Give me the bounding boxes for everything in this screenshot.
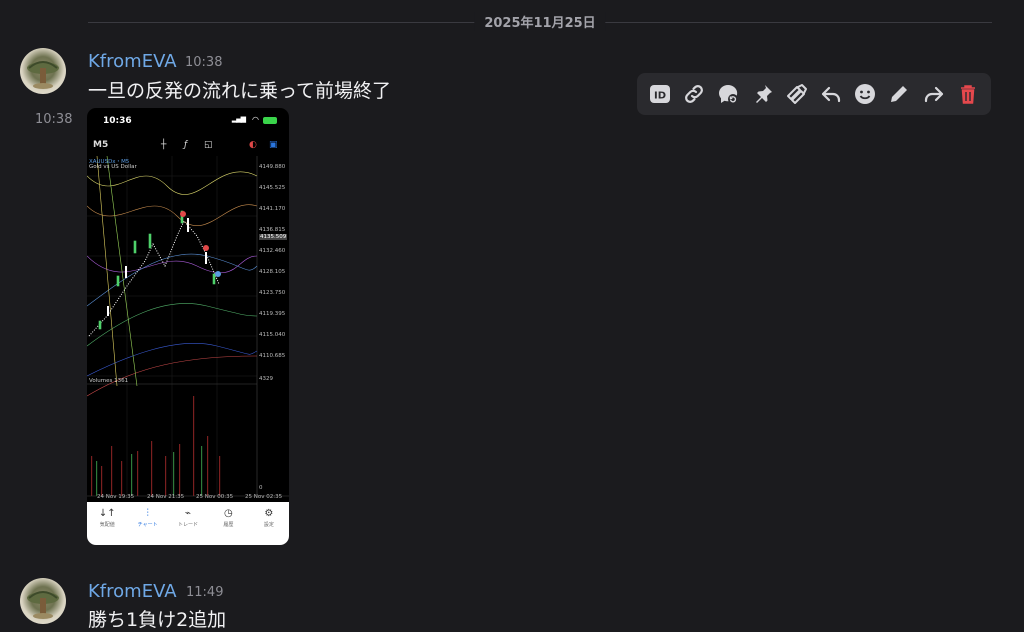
price-tick-label: 4110.685 — [259, 353, 286, 359]
time-tick-label: 24 Nov 21:35 — [147, 494, 185, 500]
reply-icon — [821, 86, 841, 103]
crosshair-icon: ┼ — [161, 140, 167, 150]
time-tick-label: 25 Nov 02:35 — [245, 494, 283, 500]
delete-icon — [960, 85, 975, 104]
phone-nav-item: ◷ 履歴 — [208, 502, 248, 545]
time-tick-label: 25 Nov 00:35 — [196, 494, 234, 500]
volume-max-label: 4329 — [259, 376, 273, 382]
phone-nav-icon: ↓↑ — [98, 508, 116, 519]
image-attachment[interactable]: 10:36 ▂▄▆ ◠ M5 ┼ ƒ ◱ ◐ ▣ XAUUSDx・M5 Gold… — [87, 108, 289, 545]
avatar[interactable] — [20, 578, 66, 624]
volume-label: Volumes 1361 — [89, 378, 129, 384]
price-tick-label: 4119.395 — [259, 311, 286, 317]
message-text: 勝ち1負け2追加 — [88, 609, 227, 631]
pin-icon — [755, 85, 772, 103]
message-text: 一旦の反発の流れに乗って前場終了 — [88, 80, 392, 102]
message-timestamp[interactable]: 11:49 — [186, 585, 223, 600]
phone-nav-label: チャート — [137, 522, 158, 528]
phone-nav-label: 気配値 — [99, 522, 115, 528]
mark-unread-icon — [786, 84, 807, 104]
phone-nav-item: ↓↑ 気配値 — [87, 502, 127, 545]
avatar-image — [27, 61, 59, 89]
indicator-icon: ◐ — [249, 140, 257, 150]
price-tick-label: 4123.750 — [259, 290, 286, 296]
price-tick-label: 4115.040 — [259, 332, 286, 338]
timeframe-label: M5 — [93, 140, 109, 150]
price-tick-label: 4128.105 — [259, 269, 286, 275]
phone-nav-item: ⚙ 設定 — [249, 502, 289, 545]
price-tick-label: 4145.525 — [259, 185, 286, 191]
message-author[interactable]: KfromEVA — [88, 51, 177, 72]
phone-nav-icon: ⚙ — [264, 508, 274, 519]
phone-nav-icon: ⌁ — [185, 508, 192, 519]
date-divider: 2025年11月25日 — [88, 8, 992, 36]
forward-icon — [924, 86, 943, 103]
svg-text:ID: ID — [654, 91, 666, 102]
price-axis: 4149.880 4145.525 4141.170 4136.815 4135.509… — [259, 156, 289, 386]
add-reaction-button[interactable] — [851, 80, 879, 108]
phone-nav-label: 履歴 — [223, 522, 234, 528]
price-tick-label: 4141.170 — [259, 206, 286, 212]
objects-icon: ◱ — [204, 140, 213, 150]
reply-button[interactable] — [817, 80, 845, 108]
wifi-icon: ◠ — [252, 115, 259, 124]
date-label: 2025年11月25日 — [474, 12, 606, 31]
pin-button[interactable] — [749, 80, 777, 108]
phone-nav-icon: ◷ — [224, 508, 233, 519]
phone-nav-item: ⫶ チャート — [127, 502, 167, 545]
copy-link-button[interactable] — [680, 80, 708, 108]
phone-status-bar: 10:36 ▂▄▆ ◠ — [87, 108, 289, 134]
price-tick-label: 4136.815 — [259, 227, 286, 233]
phone-nav-icon: ⫶ — [146, 508, 149, 519]
signal-icon: ▂▄▆ — [231, 115, 246, 123]
phone-clock: 10:36 — [103, 116, 132, 126]
phone-nav-item: ⌁ トレード — [168, 502, 208, 545]
message-actions-toolbar: ID — [637, 73, 991, 115]
chart-symbol-description: Gold vs US Dollar — [89, 164, 137, 170]
price-tick-label: 4132.460 — [259, 248, 286, 254]
function-icon: ƒ — [184, 140, 188, 150]
message-author[interactable]: KfromEVA — [88, 581, 177, 602]
phone-chart-toolbar: M5 ┼ ƒ ◱ ◐ ▣ — [87, 136, 289, 156]
edit-icon — [891, 86, 908, 102]
price-tick-label: 4135.509 — [259, 234, 288, 240]
delete-button[interactable] — [954, 80, 982, 108]
message-timestamp[interactable]: 10:38 — [185, 55, 222, 70]
time-axis: 24 Nov 19:35 24 Nov 21:35 25 Nov 00:35 25 N… — [87, 494, 289, 502]
time-tick-label: 24 Nov 19:35 — [97, 494, 135, 500]
avatar-image — [27, 591, 59, 619]
create-thread-button[interactable] — [714, 80, 742, 108]
phone-nav-label: 設定 — [263, 522, 274, 528]
attachment-timestamp[interactable]: 10:38 — [35, 112, 72, 127]
mark-unread-button[interactable] — [783, 80, 811, 108]
id-icon: ID — [650, 85, 671, 103]
price-tick-label: 4149.880 — [259, 164, 286, 170]
emoji-icon — [855, 84, 876, 104]
trade-icon: ▣ — [269, 140, 278, 150]
volume-min-label: 0 — [259, 485, 263, 491]
thread-icon — [719, 85, 739, 104]
edit-button[interactable] — [885, 80, 913, 108]
phone-nav-label: トレード — [178, 522, 199, 528]
phone-bottom-nav: ↓↑ 気配値 ⫶ チャート ⌁ トレード ◷ 履歴 ⚙ 設定 — [87, 502, 289, 545]
avatar[interactable] — [20, 48, 66, 94]
link-icon — [685, 85, 704, 103]
battery-icon — [263, 117, 277, 124]
copy-id-button[interactable]: ID — [646, 80, 674, 108]
forward-button[interactable] — [920, 80, 948, 108]
